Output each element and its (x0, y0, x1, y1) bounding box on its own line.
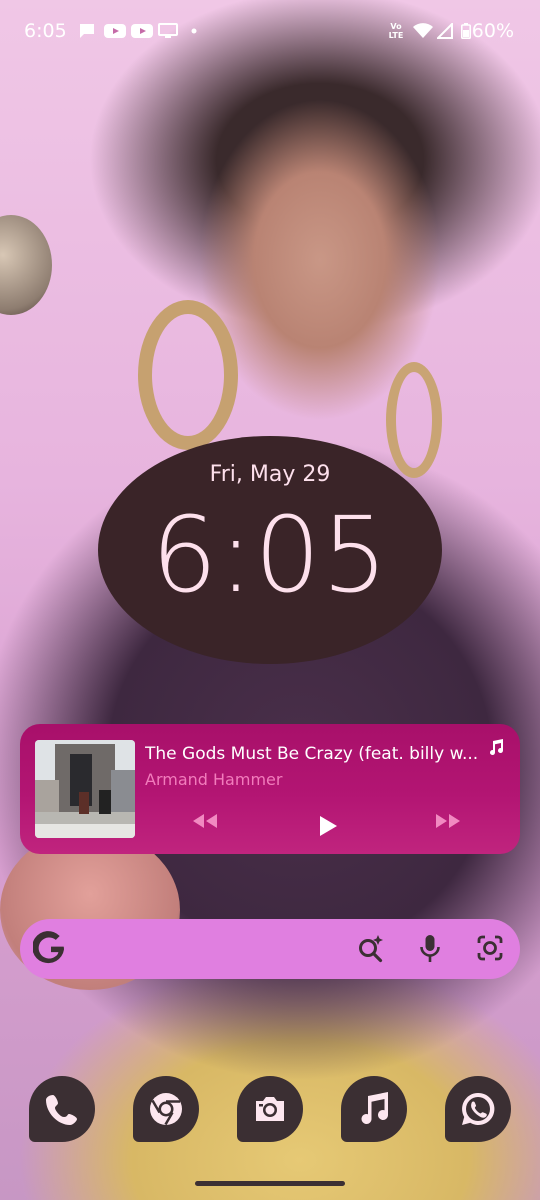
wifi-icon (413, 23, 433, 38)
ai-search-icon[interactable] (357, 933, 385, 963)
artist-name: Armand Hammer (145, 770, 283, 789)
battery-icon (461, 23, 471, 39)
phone-icon (46, 1095, 77, 1125)
mic-icon[interactable] (419, 933, 441, 965)
dock-app-camera[interactable] (237, 1076, 303, 1142)
play-icon[interactable] (317, 815, 339, 837)
wallpaper-microphone (0, 215, 52, 315)
media-player-card[interactable]: The Gods Must Be Crazy (feat. billy w...… (20, 724, 520, 854)
dock-app-phone[interactable] (29, 1076, 95, 1142)
dock-app-chrome[interactable] (133, 1076, 199, 1142)
album-art (35, 740, 135, 838)
battery-percentage: 60% (471, 20, 514, 42)
lens-icon[interactable] (476, 933, 504, 963)
google-g-icon[interactable] (33, 929, 69, 969)
chat-icon (80, 24, 94, 38)
youtube-icon (131, 24, 153, 38)
navigation-handle[interactable] (195, 1181, 345, 1186)
rewind-icon[interactable] (190, 812, 220, 830)
chrome-icon (150, 1093, 182, 1126)
wallpaper-earring-right (386, 362, 442, 478)
song-title: The Gods Must Be Crazy (feat. billy w... (145, 744, 479, 764)
status-bar: 6:05 Vo LTE 60% (0, 0, 540, 64)
volte-icon: Vo LTE (388, 22, 404, 40)
clock-time[interactable]: 6:05 (98, 494, 442, 616)
camera-icon (256, 1097, 284, 1121)
fast-forward-icon[interactable] (433, 812, 463, 830)
youtube-icon (104, 24, 126, 38)
wallpaper-earring-left (138, 300, 238, 450)
status-time: 6:05 (24, 20, 67, 42)
clock-widget[interactable]: Fri, May 29 6:05 (98, 436, 442, 664)
clock-date[interactable]: Fri, May 29 (98, 462, 442, 487)
whatsapp-icon (462, 1092, 495, 1125)
cast-icon (158, 23, 178, 38)
music-note-icon (490, 739, 504, 756)
music-icon (361, 1092, 388, 1124)
dock-app-whatsapp[interactable] (445, 1076, 511, 1142)
signal-icon (437, 23, 453, 39)
dot-icon (191, 28, 197, 34)
dock-app-music[interactable] (341, 1076, 407, 1142)
google-search-bar[interactable] (20, 919, 520, 979)
